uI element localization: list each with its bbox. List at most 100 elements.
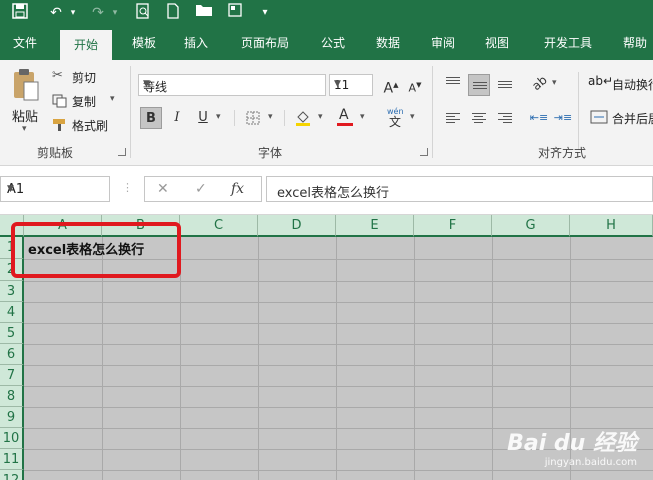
save-icon[interactable] xyxy=(10,3,30,23)
column-header-g[interactable]: G xyxy=(492,215,570,237)
grow-font-button[interactable]: A▲ xyxy=(380,74,402,97)
enter-icon[interactable]: ✓ xyxy=(195,181,207,197)
customize-dropdown-icon[interactable]: ▾ xyxy=(258,3,272,23)
row-header-7[interactable]: 7 xyxy=(0,365,24,386)
orientation-icon: ab xyxy=(528,72,550,94)
wen-char: 文 xyxy=(389,115,402,129)
middle-align-button[interactable] xyxy=(468,74,490,96)
cancel-icon[interactable]: ✕ xyxy=(157,181,169,197)
redo-icon[interactable]: ↷ xyxy=(88,3,108,23)
gridline xyxy=(24,386,653,387)
format-painter-button[interactable]: 格式刷 xyxy=(52,116,122,134)
print-preview-icon[interactable] xyxy=(134,3,152,23)
column-header-h[interactable]: H xyxy=(570,215,653,237)
font-size-select[interactable]: 11 ▼ xyxy=(329,74,373,96)
wrap-text-button[interactable]: ab↵ 自动换行 xyxy=(588,74,653,94)
align-center-button[interactable] xyxy=(468,107,490,129)
copy-icon xyxy=(52,94,67,108)
copy-dropdown-icon[interactable]: ▾ xyxy=(110,94,115,104)
formula-content: excel表格怎么换行 xyxy=(277,186,389,201)
merge-center-label: 合并后居中 xyxy=(612,112,653,126)
tab-page-layout[interactable]: 页面布局 xyxy=(228,26,302,60)
align-left-button[interactable] xyxy=(442,107,464,129)
row-header-8[interactable]: 8 xyxy=(0,386,24,407)
column-header-d[interactable]: D xyxy=(258,215,336,237)
copy-button[interactable]: 复制 ▾ xyxy=(52,92,122,110)
orientation-button[interactable]: ab xyxy=(528,72,550,94)
touch-mode-icon[interactable] xyxy=(226,3,244,23)
align-right-button[interactable] xyxy=(494,107,516,129)
insert-function-icon[interactable]: fx xyxy=(231,181,244,197)
tab-templates[interactable]: 模板 xyxy=(122,26,166,60)
gridline xyxy=(258,237,259,480)
paste-label: 粘贴 xyxy=(12,110,39,125)
bottom-align-icon xyxy=(498,81,512,90)
tab-view[interactable]: 视图 xyxy=(474,26,520,60)
clipboard-group-label: 剪贴板 xyxy=(36,146,73,160)
paste-button[interactable]: 粘贴 ▾ xyxy=(8,66,44,142)
column-header-e[interactable]: E xyxy=(336,215,414,237)
font-color-dropdown-icon[interactable]: ▾ xyxy=(360,112,365,122)
tab-data[interactable]: 数据 xyxy=(364,26,412,60)
italic-button[interactable]: I xyxy=(166,107,188,129)
top-align-button[interactable] xyxy=(442,72,464,94)
row-header-3[interactable]: 3 xyxy=(0,281,24,302)
row-header-4[interactable]: 4 xyxy=(0,302,24,323)
name-box[interactable]: A1 ▼ xyxy=(0,176,110,202)
tab-file[interactable]: 文件 xyxy=(0,26,50,60)
phonetic-button[interactable]: wén 文 xyxy=(384,107,406,129)
bold-button[interactable]: B xyxy=(140,107,162,129)
font-group-label: 字体 xyxy=(257,146,282,160)
tab-formulas[interactable]: 公式 xyxy=(310,26,356,60)
row-header-5[interactable]: 5 xyxy=(0,323,24,344)
row-header-12[interactable]: 12 xyxy=(0,470,24,480)
open-folder-icon[interactable] xyxy=(194,3,214,23)
fill-color-dropdown-icon[interactable]: ▾ xyxy=(318,112,323,122)
phonetic-dropdown-icon[interactable]: ▾ xyxy=(410,112,415,122)
more-icon[interactable]: ⋮ xyxy=(122,181,133,194)
underline-dropdown-icon[interactable]: ▾ xyxy=(216,112,221,122)
row-header-10[interactable]: 10 xyxy=(0,428,24,449)
tab-help[interactable]: 帮助 xyxy=(612,26,653,60)
cut-button[interactable]: ✂ 剪切 xyxy=(52,68,114,86)
align-right-icon xyxy=(498,113,512,125)
undo-dropdown-icon[interactable]: ▾ xyxy=(68,3,78,23)
scissors-icon: ✂ xyxy=(52,68,63,83)
formula-input[interactable]: excel表格怎么换行 xyxy=(266,176,653,202)
wrap-text-icon: ab↵ xyxy=(588,74,614,88)
decrease-indent-button[interactable]: ⇤≡ xyxy=(528,107,550,129)
font-color-button[interactable]: A xyxy=(334,107,356,129)
watermark-url: jingyan.baidu.com xyxy=(544,457,637,468)
gridline xyxy=(24,323,653,324)
tab-review[interactable]: 审阅 xyxy=(420,26,466,60)
underline-button[interactable]: U xyxy=(192,107,214,129)
row-header-11[interactable]: 11 xyxy=(0,449,24,470)
row-header-9[interactable]: 9 xyxy=(0,407,24,428)
increase-indent-button[interactable]: ⇥≡ xyxy=(552,107,574,129)
spreadsheet-grid[interactable]: A B C D E F G H 1 2 3 4 5 6 7 8 9 10 11 … xyxy=(0,215,653,480)
watermark: Bai du 经验 jingyan.baidu.com xyxy=(507,425,637,468)
row-header-6[interactable]: 6 xyxy=(0,344,24,365)
redo-dropdown-icon[interactable]: ▾ xyxy=(110,3,120,23)
paste-dropdown-icon[interactable]: ▾ xyxy=(22,124,27,134)
paste-icon xyxy=(14,69,39,101)
merge-center-button[interactable]: 合并后居中 xyxy=(588,108,653,128)
tab-home[interactable]: 开始 xyxy=(60,30,112,60)
font-launcher-icon[interactable] xyxy=(420,148,428,156)
tab-developer[interactable]: 开发工具 xyxy=(530,26,606,60)
divider xyxy=(578,72,579,150)
bottom-align-button[interactable] xyxy=(494,72,516,94)
font-name-select[interactable]: 等线 ▼ xyxy=(138,74,326,96)
divider xyxy=(234,110,235,126)
orientation-dropdown-icon[interactable]: ▾ xyxy=(552,78,557,88)
borders-button[interactable] xyxy=(242,107,264,129)
shrink-font-button[interactable]: A▼ xyxy=(404,74,426,96)
fill-color-button[interactable] xyxy=(292,107,314,129)
clipboard-launcher-icon[interactable] xyxy=(118,148,126,156)
column-header-c[interactable]: C xyxy=(180,215,258,237)
tab-insert[interactable]: 插入 xyxy=(174,26,218,60)
borders-dropdown-icon[interactable]: ▾ xyxy=(268,112,273,122)
column-header-f[interactable]: F xyxy=(414,215,492,237)
undo-icon[interactable]: ↶ xyxy=(46,3,66,23)
new-file-icon[interactable] xyxy=(164,3,182,23)
